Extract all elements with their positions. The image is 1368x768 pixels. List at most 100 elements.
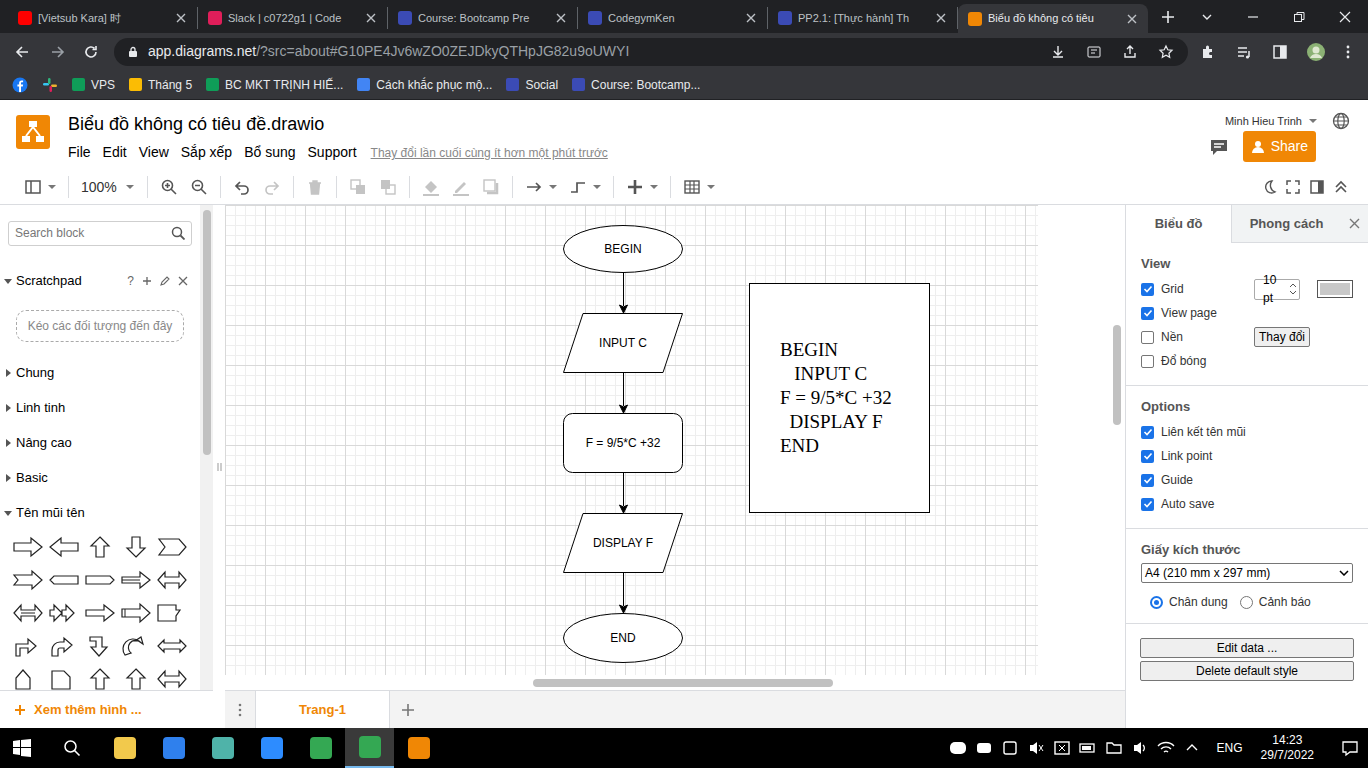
section-label[interactable]: Basic: [16, 468, 48, 488]
arrow-shape-icon[interactable]: [154, 668, 190, 690]
to-front-icon[interactable]: [348, 177, 368, 197]
dropdown-caret-icon[interactable]: [592, 183, 602, 191]
pseudocode-line[interactable]: END: [780, 434, 929, 458]
language-globe-icon[interactable]: [1332, 112, 1350, 130]
grid-size-value[interactable]: 10 pt: [1263, 271, 1289, 307]
undo-icon[interactable]: [232, 177, 252, 197]
bookmark[interactable]: VPS: [72, 76, 115, 94]
sidebar-section[interactable]: Chung: [0, 355, 200, 390]
bookmark-label[interactable]: BC MKT TRỊNH HIẾ...: [225, 76, 343, 94]
fill-color-icon[interactable]: [421, 177, 441, 197]
menu-item[interactable]: Support: [308, 142, 357, 163]
arrow-shape-icon[interactable]: [118, 635, 154, 657]
document-title[interactable]: Biểu đồ không có tiêu đề.drawio: [68, 112, 608, 136]
collapsed-triangle-icon[interactable]: [3, 473, 13, 483]
taskbar-app[interactable]: [345, 728, 394, 768]
arrow-shape-icon[interactable]: [10, 569, 46, 591]
tab-title[interactable]: Slack | c0722g1 | Code: [228, 10, 359, 27]
toolbar-button[interactable]: [519, 173, 563, 201]
arrow-shape-icon[interactable]: [118, 602, 154, 624]
input-language[interactable]: ENG: [1217, 739, 1243, 757]
toolbar-button[interactable]: [227, 173, 257, 201]
minimize-icon[interactable]: [1230, 10, 1276, 24]
node-label[interactable]: END: [610, 629, 635, 647]
toolbar-button[interactable]: [257, 173, 287, 201]
option-label[interactable]: Đổ bóng: [1161, 352, 1247, 370]
bookmark[interactable]: BC MKT TRỊNH HIẾ...: [206, 76, 343, 94]
tab-title[interactable]: Biểu đồ không có tiêu: [988, 10, 1120, 27]
expanded-triangle-icon[interactable]: [3, 508, 13, 518]
grid-size-input[interactable]: 10 pt: [1254, 279, 1300, 300]
dropdown-caret-icon[interactable]: [649, 183, 659, 191]
fullscreen-icon[interactable]: [1284, 178, 1302, 196]
sidebar-section[interactable]: Tên mũi tên: [0, 495, 200, 530]
flowchart-node[interactable]: INPUT C: [563, 313, 683, 373]
browser-menu-icon[interactable]: [1336, 44, 1360, 60]
last-saved-link[interactable]: Thay đổi lần cuối cùng ít hơn một phút t…: [371, 144, 608, 162]
dark-mode-icon[interactable]: [1260, 178, 1278, 196]
battery-icon[interactable]: [1079, 739, 1097, 757]
diagram-page[interactable]: BEGININPUT CF = 9/5*C +32DISPLAY FENDBEG…: [225, 205, 1038, 675]
radio[interactable]: [1150, 596, 1163, 609]
volume-icon[interactable]: [1131, 739, 1149, 757]
slack-bookmark-icon[interactable]: [42, 77, 58, 93]
slack-tray-icon[interactable]: [1001, 739, 1019, 757]
profile-avatar-icon[interactable]: [1300, 42, 1332, 62]
add-icon[interactable]: [142, 276, 152, 286]
node-label[interactable]: F = 9/5*C +32: [586, 434, 661, 452]
toolbar-button[interactable]: [18, 173, 62, 201]
arrow-shape-icon[interactable]: [10, 668, 46, 690]
windows-start-icon[interactable]: [0, 728, 44, 768]
user-name[interactable]: Minh Hieu Trinh: [1225, 113, 1302, 130]
arrow-shape-icon[interactable]: [10, 602, 46, 624]
connection-icon[interactable]: [524, 177, 544, 197]
toolbar-button[interactable]: [677, 173, 721, 201]
collapsed-triangle-icon[interactable]: [3, 368, 13, 378]
comments-icon[interactable]: [1209, 137, 1229, 157]
mute-tray-icon[interactable]: [1027, 739, 1045, 757]
format-toggle-icon[interactable]: [1308, 178, 1326, 196]
dropdown-caret-icon[interactable]: [47, 183, 57, 191]
arrow-shape-icon[interactable]: [118, 569, 154, 591]
bookmark-star-icon[interactable]: [1152, 44, 1180, 60]
pseudocode-line[interactable]: DISPLAY F: [780, 410, 929, 434]
orientation-option[interactable]: Chân dung: [1150, 593, 1228, 611]
arrow-shape-icon[interactable]: [154, 569, 190, 591]
arrow-shape-icon[interactable]: [46, 668, 82, 690]
search-taskbar-icon[interactable]: [44, 728, 100, 768]
taskbar-app[interactable]: [149, 728, 198, 768]
radio-label[interactable]: Chân dung: [1169, 593, 1228, 611]
menu-item[interactable]: View: [139, 142, 169, 163]
bookmark[interactable]: Tháng 5: [129, 76, 192, 94]
expanded-triangle-icon[interactable]: [3, 276, 13, 286]
close-tab-icon[interactable]: [745, 12, 757, 24]
panel-button[interactable]: Edit data ...: [1140, 638, 1354, 658]
arrow-shape-icon[interactable]: [82, 668, 118, 690]
scrollbar-thumb[interactable]: [203, 210, 211, 455]
node-label[interactable]: BEGIN: [604, 240, 641, 258]
pseudocode-line[interactable]: F = 9/5*C +32: [780, 386, 929, 410]
tab-search-icon[interactable]: [1184, 10, 1230, 24]
format-panel-icon[interactable]: [23, 177, 43, 197]
arrow-shape-icon[interactable]: [82, 635, 118, 657]
close-tab-icon[interactable]: [555, 12, 567, 24]
share-button[interactable]: Share: [1243, 131, 1316, 162]
arrow-shape-icon[interactable]: [154, 602, 190, 624]
zoom-tray-icon[interactable]: [975, 739, 993, 757]
page-tab[interactable]: Trang-1: [255, 691, 390, 728]
clock-date[interactable]: 29/7/2022: [1261, 748, 1314, 763]
more-shapes-label[interactable]: Xem thêm hình ...: [34, 700, 142, 720]
close-icon[interactable]: [178, 276, 188, 286]
search-icon[interactable]: [171, 226, 185, 240]
checkbox[interactable]: [1141, 331, 1154, 344]
menu-item[interactable]: Sắp xếp: [181, 142, 232, 163]
horizontal-scrollbar[interactable]: [533, 679, 833, 687]
reload-icon[interactable]: [76, 37, 106, 67]
arrow-shape-icon[interactable]: [82, 536, 118, 558]
more-shapes-button[interactable]: Xem thêm hình ...: [0, 690, 213, 728]
spinner-icon[interactable]: [1289, 283, 1297, 295]
bookmark-label[interactable]: Social: [525, 76, 558, 94]
close-panel-icon[interactable]: [1349, 218, 1360, 229]
sidebar-section[interactable]: Nâng cao: [0, 425, 200, 460]
taskbar-app[interactable]: [247, 728, 296, 768]
